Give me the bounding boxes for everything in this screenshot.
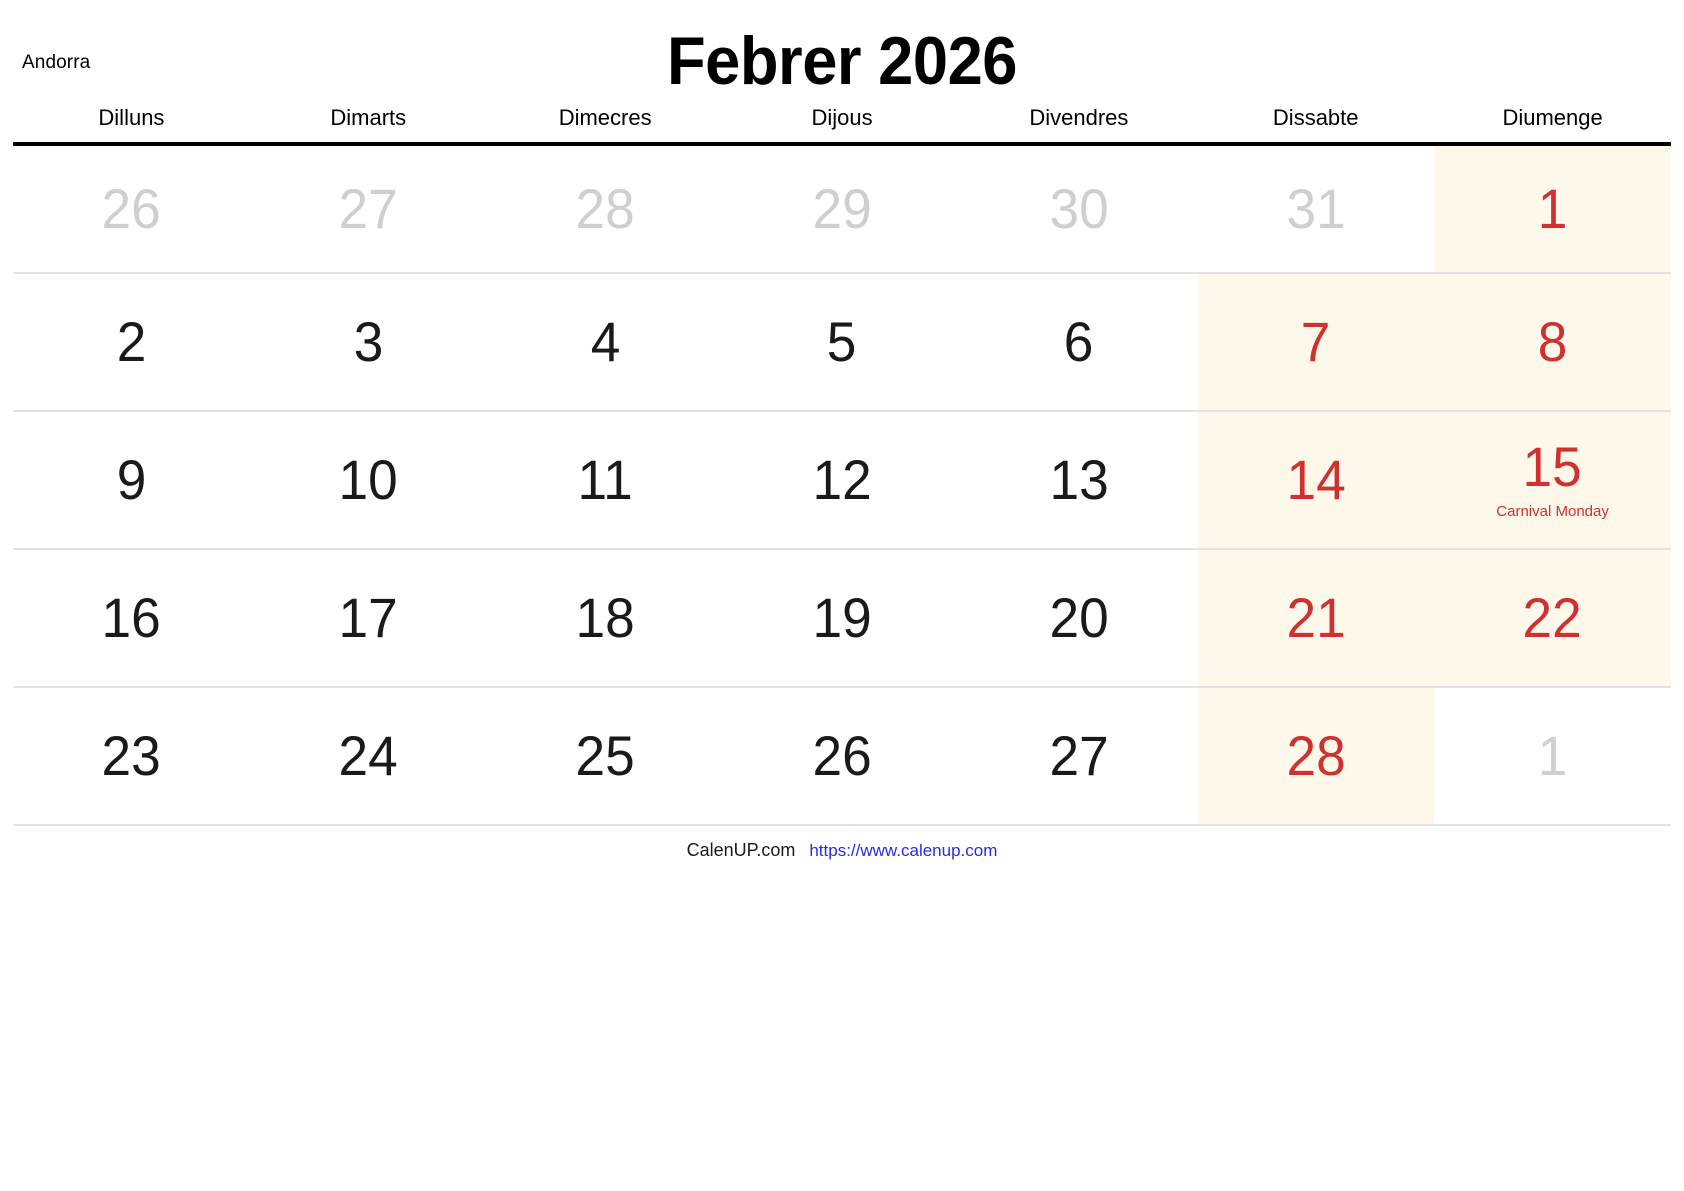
weekday-header-dilluns: Dilluns [98, 105, 165, 130]
calendar-footer: CalenUP.com https://www.calenup.com [13, 840, 1671, 861]
day-number: 25 [575, 724, 635, 787]
day-number: 1 [1537, 177, 1568, 240]
day-number: 8 [1537, 310, 1568, 373]
calendar-day-cell[interactable]: 1 [1434, 688, 1671, 824]
weekday-header-dissabte: Dissabte [1272, 105, 1359, 130]
day-number: 28 [575, 177, 635, 240]
weekday-header-dimarts: Dimarts [330, 105, 407, 130]
calendar-week-row: 16 17 18 19 20 21 22 [13, 550, 1672, 688]
calendar-day-cell[interactable]: 7 [1197, 274, 1435, 410]
calendar-day-cell[interactable]: 18 [487, 550, 724, 686]
calendar-day-cell[interactable]: 31 [1197, 146, 1434, 272]
day-number: 30 [1049, 177, 1109, 240]
calendar-day-cell[interactable]: 26 [724, 688, 961, 824]
holiday-event-label: Carnival Monday [1496, 503, 1609, 521]
calendar-day-cell[interactable]: 30 [960, 146, 1197, 272]
calendar-day-cell[interactable]: 14 [1197, 412, 1435, 548]
calendar-day-cell[interactable]: 10 [250, 412, 487, 548]
day-number: 26 [101, 177, 162, 240]
day-number: 31 [1286, 177, 1346, 240]
day-number: 7 [1300, 310, 1331, 373]
calendar-grid: 26 27 28 29 30 31 1 2 3 4 5 6 7 8 9 10 11 12 13 14 15 Carniva… [13, 146, 1672, 826]
day-number: 11 [577, 448, 633, 511]
day-number: 9 [116, 448, 147, 511]
calendar-day-cell[interactable]: 22 [1434, 550, 1672, 686]
day-number: 1 [1537, 724, 1568, 787]
calendar-day-cell[interactable]: 11 [487, 412, 724, 548]
day-number: 17 [338, 586, 398, 649]
day-number: 27 [338, 177, 398, 240]
calendar-day-cell[interactable]: 15 Carnival Monday [1434, 412, 1672, 548]
day-number: 24 [338, 724, 398, 787]
day-number: 2 [116, 310, 147, 373]
calendar-week-row: 9 10 11 12 13 14 15 Carnival Monday [13, 412, 1672, 550]
day-number: 6 [1064, 310, 1094, 373]
day-number: 19 [812, 586, 872, 649]
calendar-day-cell[interactable]: 2 [13, 274, 250, 410]
calendar-day-cell[interactable]: 28 [487, 146, 724, 272]
weekday-header-dijous: Dijous [811, 105, 873, 130]
day-number: 12 [812, 448, 872, 511]
weekday-header-row: Dilluns Dimarts Dimecres Dijous Divendres Dis… [13, 105, 1671, 142]
day-number: 10 [338, 448, 398, 511]
calendar-day-cell[interactable]: 6 [960, 274, 1197, 410]
calendar-day-cell[interactable]: 24 [250, 688, 487, 824]
day-number: 14 [1286, 448, 1346, 511]
calendar-week-row: 26 27 28 29 30 31 1 [13, 146, 1672, 274]
calendar-day-cell[interactable]: 28 [1197, 688, 1435, 824]
day-number: 21 [1286, 586, 1346, 649]
day-number: 15 [1522, 435, 1583, 499]
calendar-day-cell[interactable]: 29 [724, 146, 961, 272]
page-title: Febrer 2026 [667, 23, 1017, 99]
calendar-header: Andorra Febrer 2026 [0, 0, 1684, 105]
calendar-week-row: 2 3 4 5 6 7 8 [13, 274, 1672, 412]
day-number: 3 [353, 310, 384, 373]
day-number: 16 [101, 586, 162, 649]
weekday-header-divendres: Divendres [1029, 105, 1129, 130]
calendar-day-cell[interactable]: 5 [724, 274, 961, 410]
day-number: 20 [1049, 586, 1109, 649]
calendar-day-cell[interactable]: 3 [250, 274, 487, 410]
calendar-day-cell[interactable]: 26 [13, 146, 250, 272]
calendar-day-cell[interactable]: 12 [724, 412, 961, 548]
calendar-page: Andorra Febrer 2026 Dilluns Dimarts Dimecr… [0, 0, 1684, 1191]
calendar-day-cell[interactable]: 16 [13, 550, 250, 686]
calendar-day-cell[interactable]: 13 [960, 412, 1197, 548]
day-number: 23 [101, 724, 162, 787]
calendar-day-cell[interactable]: 27 [250, 146, 487, 272]
calendar-day-cell[interactable]: 23 [13, 688, 250, 824]
weekday-header-dimecres: Dimecres [558, 105, 652, 130]
day-number: 28 [1286, 724, 1346, 787]
calendar-day-cell[interactable]: 9 [13, 412, 250, 548]
footer-url-link[interactable]: https://www.calenup.com [809, 841, 997, 861]
footer-brand: CalenUP.com [686, 840, 796, 860]
calendar-day-cell[interactable]: 8 [1434, 274, 1672, 410]
calendar-day-cell[interactable]: 27 [960, 688, 1197, 824]
calendar-day-cell[interactable]: 20 [960, 550, 1197, 686]
day-number: 22 [1522, 586, 1583, 649]
day-number: 26 [812, 724, 872, 787]
day-number: 27 [1049, 724, 1109, 787]
calendar-week-row: 23 24 25 26 27 28 1 [13, 688, 1671, 826]
day-number: 5 [827, 310, 857, 373]
weekday-header-diumenge: Diumenge [1502, 105, 1603, 130]
day-number: 4 [590, 310, 620, 373]
day-number: 13 [1049, 448, 1109, 511]
calendar-day-cell[interactable]: 21 [1197, 550, 1435, 686]
day-number: 29 [812, 177, 872, 240]
day-number: 18 [575, 586, 635, 649]
calendar-day-cell[interactable]: 1 [1434, 146, 1672, 272]
calendar-day-cell[interactable]: 19 [724, 550, 961, 686]
calendar-day-cell[interactable]: 25 [487, 688, 724, 824]
calendar-day-cell[interactable]: 17 [250, 550, 487, 686]
calendar-day-cell[interactable]: 4 [487, 274, 724, 410]
